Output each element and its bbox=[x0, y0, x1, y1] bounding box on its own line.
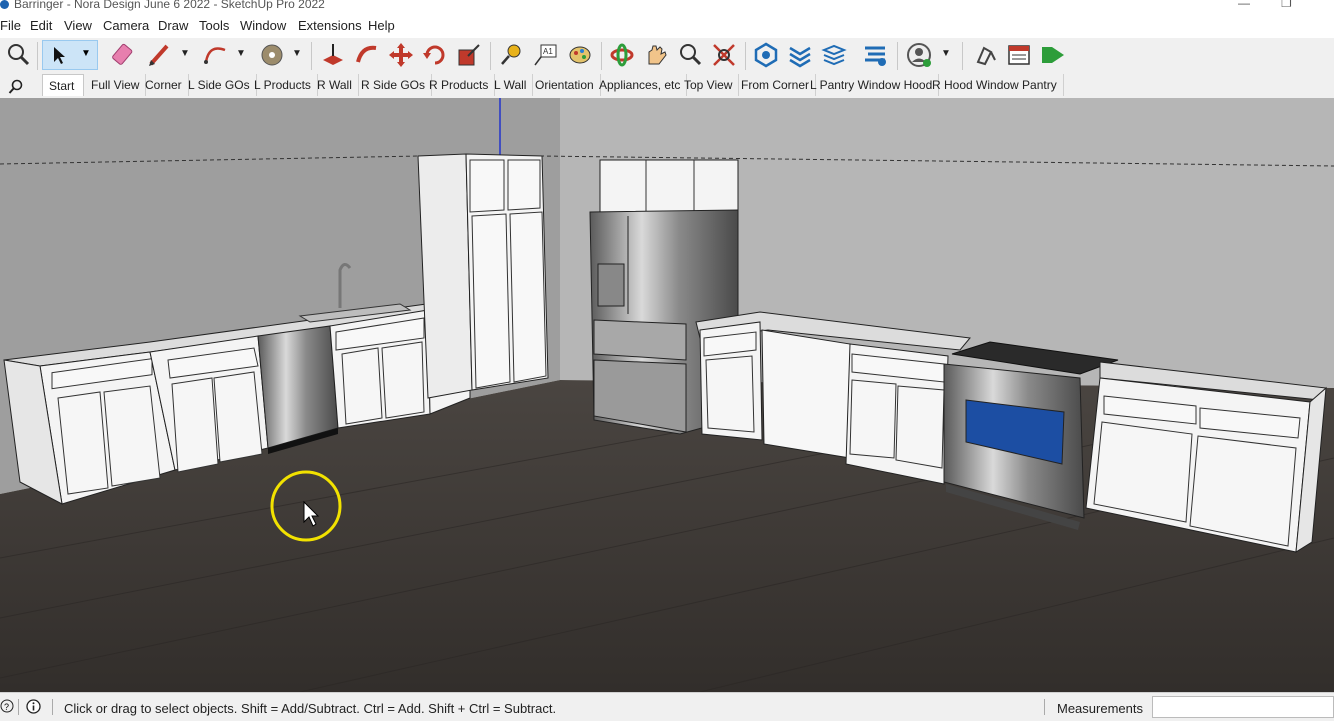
menu-file[interactable]: File bbox=[0, 18, 21, 33]
pencil-icon[interactable] bbox=[145, 40, 175, 70]
zoom-icon[interactable] bbox=[675, 40, 705, 70]
scene-tab-r-hood-window-pantry[interactable]: R Hood Window Pantry bbox=[926, 74, 1064, 96]
chevron-down-icon[interactable]: ▼ bbox=[180, 48, 190, 59]
svg-text:A1: A1 bbox=[543, 47, 553, 56]
layers-icon[interactable] bbox=[819, 40, 849, 70]
scenes-bar: Start Full View Corner L Side GOs L Prod… bbox=[0, 74, 1334, 99]
window-title: Barringer - Nora Design June 6 2022 - Sk… bbox=[14, 0, 325, 11]
scene-tab-l-products[interactable]: L Products bbox=[248, 74, 318, 96]
scene-tab-full-view[interactable]: Full View bbox=[85, 74, 147, 96]
pan-icon[interactable] bbox=[641, 40, 671, 70]
status-divider bbox=[18, 699, 19, 715]
toolbar-separator bbox=[37, 42, 38, 70]
menu-view[interactable]: View bbox=[64, 18, 92, 33]
toolbar-separator bbox=[962, 42, 963, 70]
menu-camera[interactable]: Camera bbox=[103, 18, 149, 33]
chevron-down-icon[interactable]: ▼ bbox=[81, 48, 91, 59]
eraser-alt-icon[interactable] bbox=[971, 40, 1001, 70]
scene-tab-top-view[interactable]: Top View bbox=[678, 74, 740, 96]
chevron-down-icon[interactable]: ▼ bbox=[941, 48, 951, 59]
eraser-icon[interactable] bbox=[108, 40, 138, 70]
status-bar: ? Click or drag to select objects. Shift… bbox=[0, 692, 1334, 721]
menu-extensions[interactable]: Extensions bbox=[298, 18, 362, 33]
info-icon[interactable] bbox=[26, 699, 41, 714]
styles-icon[interactable] bbox=[1004, 40, 1034, 70]
status-help-icon[interactable]: ? bbox=[0, 699, 14, 713]
measurements-input[interactable] bbox=[1152, 696, 1334, 718]
rotate-icon[interactable] bbox=[420, 40, 450, 70]
toolbar-separator bbox=[601, 42, 602, 70]
scene-tab-r-wall[interactable]: R Wall bbox=[311, 74, 359, 96]
scene-tab-l-side-gos[interactable]: L Side GOs bbox=[182, 74, 257, 96]
scene-tab-orientation[interactable]: Orientation bbox=[529, 74, 601, 96]
scene-tab-r-products[interactable]: R Products bbox=[423, 74, 496, 96]
status-divider bbox=[52, 699, 53, 715]
outliner-icon[interactable] bbox=[860, 40, 890, 70]
model-viewport[interactable] bbox=[0, 98, 1334, 692]
push-pull-icon[interactable] bbox=[318, 40, 348, 70]
scale-icon[interactable] bbox=[454, 40, 484, 70]
next-icon[interactable] bbox=[1038, 40, 1068, 70]
scene-tab-l-wall[interactable]: L Wall bbox=[488, 74, 534, 96]
paint-bucket-icon[interactable] bbox=[257, 40, 287, 70]
chevron-down-icon[interactable]: ▼ bbox=[292, 48, 302, 59]
menu-bar: File Edit View Camera Draw Tools Window … bbox=[0, 14, 1334, 38]
scene-tab-start[interactable]: Start bbox=[42, 74, 84, 96]
component-icon[interactable] bbox=[751, 40, 781, 70]
svg-text:?: ? bbox=[4, 702, 9, 712]
chevron-down-icon[interactable]: ▼ bbox=[236, 48, 246, 59]
menu-help[interactable]: Help bbox=[368, 18, 395, 33]
toolbar-separator bbox=[311, 42, 312, 70]
profile-icon[interactable] bbox=[904, 40, 934, 70]
move-icon[interactable] bbox=[386, 40, 416, 70]
follow-me-icon[interactable] bbox=[352, 40, 382, 70]
tall-pantry-cabinet bbox=[417, 153, 549, 399]
restore-button[interactable]: ❐ bbox=[1281, 0, 1292, 10]
toolbar-separator bbox=[745, 42, 746, 70]
arc-icon[interactable] bbox=[201, 40, 231, 70]
sections-icon[interactable] bbox=[785, 40, 815, 70]
minimize-button[interactable]: — bbox=[1238, 0, 1250, 10]
paint-icon[interactable] bbox=[565, 40, 595, 70]
select-tool-button[interactable]: ▼ bbox=[42, 40, 98, 70]
scene-tab-appliances[interactable]: Appliances, etc bbox=[593, 74, 688, 96]
main-toolbar: ▼ ▼ ▼ ▼ A1 ▼ bbox=[0, 38, 1334, 75]
search-icon[interactable] bbox=[8, 79, 24, 95]
menu-tools[interactable]: Tools bbox=[199, 18, 229, 33]
toolbar-separator bbox=[490, 42, 491, 70]
text-icon[interactable]: A1 bbox=[531, 40, 561, 70]
orbit-icon[interactable] bbox=[607, 40, 637, 70]
status-divider bbox=[1044, 699, 1045, 715]
zoom-window-icon[interactable] bbox=[3, 40, 33, 70]
toolbar-separator bbox=[897, 42, 898, 70]
title-bar: Barringer - Nora Design June 6 2022 - Sk… bbox=[0, 0, 1334, 14]
select-icon bbox=[54, 47, 65, 64]
tape-measure-icon[interactable] bbox=[497, 40, 527, 70]
status-message: Click or drag to select objects. Shift =… bbox=[64, 701, 557, 716]
zoom-extents-icon[interactable] bbox=[709, 40, 739, 70]
scene-tab-l-pantry-window-hood[interactable]: L Pantry Window Hood bbox=[804, 74, 940, 96]
sketchup-app-icon bbox=[0, 0, 9, 9]
scene-tab-r-side-gos[interactable]: R Side GOs bbox=[355, 74, 433, 96]
measurements-label: Measurements bbox=[1057, 701, 1143, 716]
menu-window[interactable]: Window bbox=[240, 18, 286, 33]
menu-edit[interactable]: Edit bbox=[30, 18, 52, 33]
menu-draw[interactable]: Draw bbox=[158, 18, 188, 33]
